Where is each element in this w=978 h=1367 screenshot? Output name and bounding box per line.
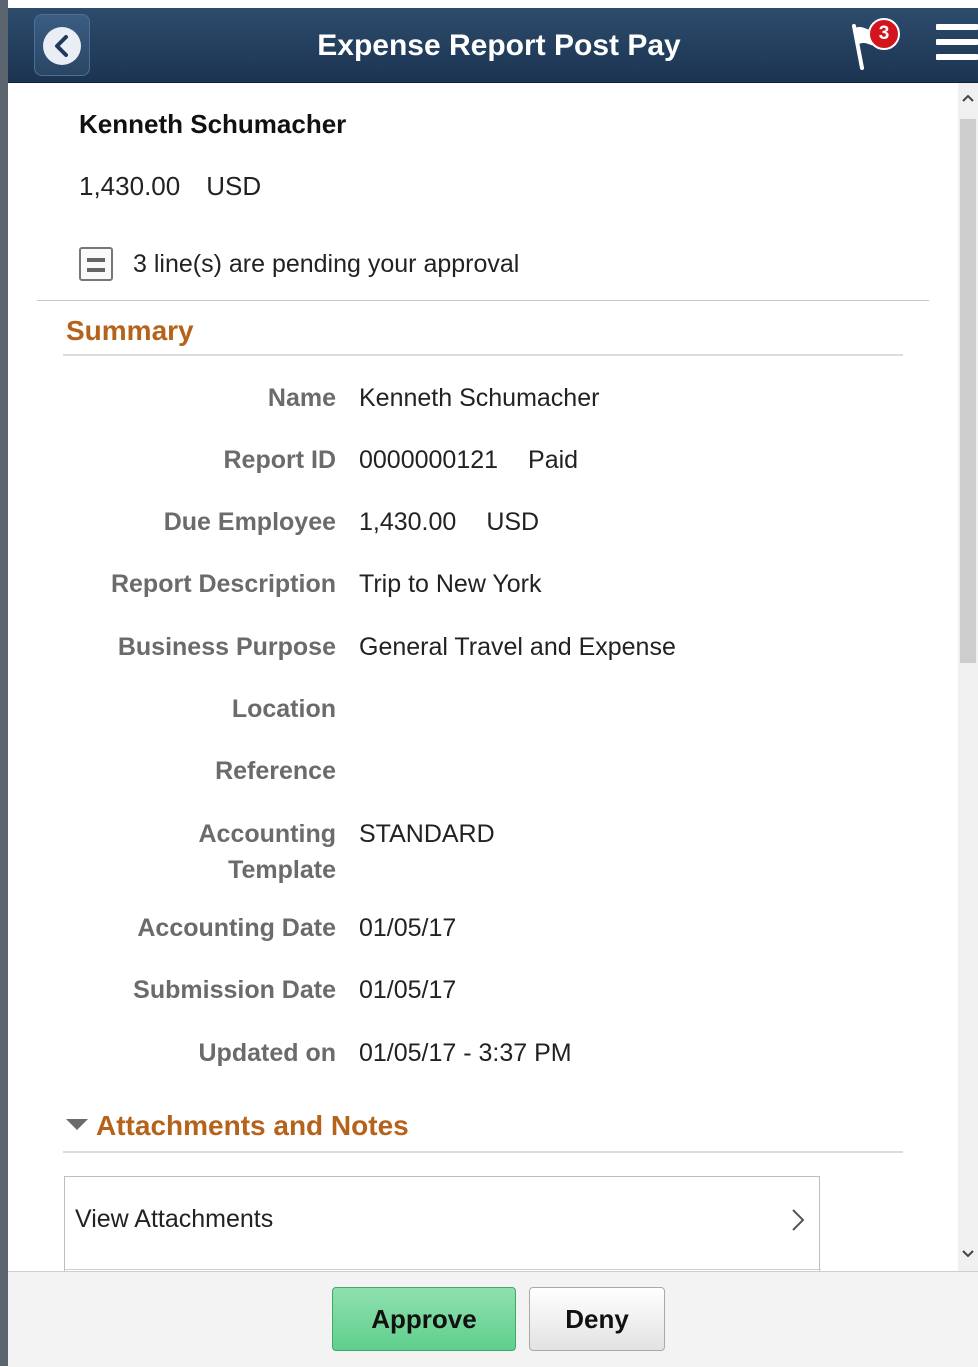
- scroll-thumb[interactable]: [960, 119, 976, 663]
- view-attachments-label: View Attachments: [75, 1205, 274, 1233]
- field-value: 01/05/17: [359, 976, 457, 1004]
- field-label: Accounting Template: [36, 816, 337, 888]
- report-id-value: 0000000121: [359, 446, 499, 474]
- window-frame: [0, 0, 8, 1366]
- field-value: 01/05/17 - 3:37 PM: [359, 1039, 572, 1067]
- hamburger-menu-icon[interactable]: [936, 24, 978, 64]
- section-divider: [63, 354, 903, 356]
- field-value: 1,430.00 USD: [359, 504, 539, 540]
- field-label: Reference: [215, 757, 336, 785]
- field-label: Report Description: [110, 570, 336, 598]
- report-status: Paid: [528, 446, 579, 474]
- field-label: Updated on: [198, 1039, 337, 1067]
- list-icon: [79, 247, 113, 281]
- field-label: Due Employee: [163, 508, 336, 536]
- vertical-scrollbar[interactable]: [958, 83, 978, 1271]
- divider: [65, 1269, 821, 1270]
- label-line: Accounting: [198, 820, 337, 848]
- label-line: Template: [228, 856, 336, 884]
- page-title: Expense Report Post Pay: [317, 29, 681, 62]
- attachments-section-title: Attachments and Notes: [96, 1110, 409, 1141]
- amount-value: 1,430.00: [79, 171, 181, 201]
- field-label: Location: [231, 695, 336, 723]
- deny-button[interactable]: Deny: [529, 1287, 665, 1351]
- triangle-down-icon: [66, 1119, 88, 1131]
- section-divider: [63, 1151, 903, 1153]
- field-label: Submission Date: [133, 976, 336, 1004]
- field-label: Business Purpose: [117, 633, 336, 661]
- field-value: Trip to New York: [359, 570, 542, 598]
- scroll-down-icon[interactable]: [958, 1245, 978, 1265]
- field-value: 01/05/17: [359, 914, 457, 942]
- due-amount: 1,430.00: [359, 508, 457, 536]
- field-label: Report ID: [223, 446, 337, 474]
- due-currency: USD: [486, 508, 540, 536]
- view-attachments-row[interactable]: View Attachments: [64, 1176, 821, 1271]
- scroll-up-icon[interactable]: [958, 89, 978, 109]
- field-value: 0000000121 Paid: [359, 442, 578, 478]
- pending-approval-row[interactable]: 3 line(s) are pending your approval: [79, 243, 519, 285]
- notification-badge[interactable]: 3: [868, 18, 900, 50]
- action-footer: Approve Deny: [8, 1271, 978, 1367]
- field-label: Accounting Date: [137, 914, 336, 942]
- employee-name: Kenneth Schumacher: [79, 109, 347, 139]
- app-header: Expense Report Post Pay 3: [8, 8, 978, 83]
- summary-section-title: Summary: [66, 315, 194, 346]
- main-content: Kenneth Schumacher 1,430.00 USD 3 line(s)…: [8, 83, 958, 1271]
- chevron-right-icon: [791, 1207, 805, 1239]
- field-value: General Travel and Expense: [359, 633, 676, 661]
- field-value: Kenneth Schumacher: [359, 384, 600, 412]
- approve-button[interactable]: Approve: [332, 1287, 516, 1351]
- amount-currency: USD: [206, 171, 262, 201]
- attachments-section-header[interactable]: Attachments and Notes: [66, 1110, 409, 1142]
- pending-approval-text: 3 line(s) are pending your approval: [133, 249, 520, 278]
- report-amount: 1,430.00 USD: [79, 171, 261, 202]
- divider: [37, 300, 929, 301]
- field-label: Name: [267, 384, 336, 412]
- field-value: STANDARD: [359, 820, 495, 848]
